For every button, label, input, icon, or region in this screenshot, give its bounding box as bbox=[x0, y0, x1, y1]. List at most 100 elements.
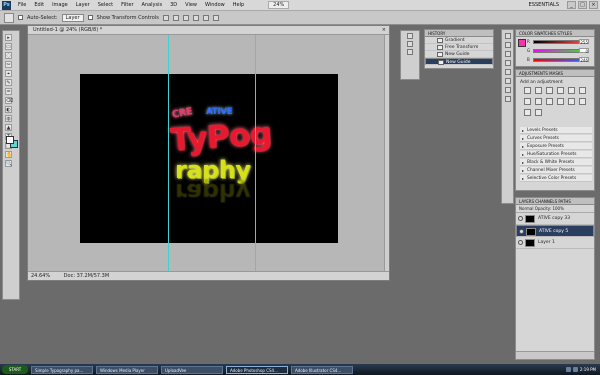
menu-image[interactable]: Image bbox=[48, 2, 72, 8]
foreground-color-swatch[interactable] bbox=[6, 136, 14, 144]
crop-tool-icon[interactable]: ✂ bbox=[5, 61, 12, 68]
color-panel-icon[interactable] bbox=[504, 33, 511, 39]
layers-panel-tabs[interactable]: LAYERS CHANNELS PATHS bbox=[516, 198, 594, 205]
stamp-tool-icon[interactable]: ♒ bbox=[5, 88, 12, 95]
start-button[interactable]: START bbox=[2, 365, 28, 374]
brush-tool-icon[interactable]: ✎ bbox=[5, 79, 12, 86]
preset-item[interactable]: Curves Presets bbox=[520, 135, 592, 142]
gradient-map-icon[interactable] bbox=[535, 109, 542, 116]
color-channel-value[interactable]: 255 bbox=[579, 39, 589, 45]
menu-edit[interactable]: Edit bbox=[30, 2, 48, 8]
gradient-tool-icon[interactable]: ◐ bbox=[5, 106, 12, 113]
visibility-eye-icon[interactable] bbox=[518, 216, 523, 221]
layer-row[interactable]: ATIVE copy 33 bbox=[516, 213, 594, 225]
channels-panel-icon[interactable] bbox=[504, 87, 511, 93]
align-top-icon[interactable] bbox=[162, 14, 169, 21]
swatches-panel-icon[interactable] bbox=[504, 42, 511, 48]
history-row-selected[interactable]: New Guide bbox=[425, 58, 493, 65]
taskbar-item[interactable]: Simple Typography pa... bbox=[31, 365, 93, 374]
preset-item[interactable]: Channel Mixer Presets bbox=[520, 167, 592, 174]
preset-item[interactable]: Hue/Saturation Presets bbox=[520, 151, 592, 158]
paths-panel-icon[interactable] bbox=[504, 96, 511, 102]
layer-row[interactable]: Layer 1 bbox=[516, 237, 594, 249]
channel-mixer-icon[interactable] bbox=[557, 98, 564, 105]
black-white-icon[interactable] bbox=[535, 98, 542, 105]
taskbar-item[interactable]: Windows Media Player bbox=[96, 365, 158, 374]
masks-panel-icon[interactable] bbox=[504, 69, 511, 75]
history-row[interactable]: New Guide bbox=[425, 51, 493, 58]
levels-icon[interactable] bbox=[535, 87, 542, 94]
menu-analysis[interactable]: Analysis bbox=[138, 2, 167, 8]
dodge-tool-icon[interactable]: ◍ bbox=[5, 115, 12, 122]
invert-icon[interactable] bbox=[568, 98, 575, 105]
maximize-button[interactable]: □ bbox=[578, 1, 587, 9]
brightness-icon[interactable] bbox=[524, 87, 531, 94]
threshold-icon[interactable] bbox=[524, 109, 531, 116]
move-tool-preset-icon[interactable] bbox=[4, 12, 14, 23]
preset-item[interactable]: Exposure Presets bbox=[520, 143, 592, 150]
layer-row-selected[interactable]: ATIVE copy 5 bbox=[516, 225, 594, 237]
guide-line-right[interactable] bbox=[255, 35, 256, 272]
menu-3d[interactable]: 3D bbox=[166, 2, 181, 8]
posterize-icon[interactable] bbox=[579, 98, 586, 105]
tray-network-icon[interactable] bbox=[565, 367, 571, 372]
align-left-icon[interactable] bbox=[192, 14, 199, 21]
preset-item[interactable]: Levels Presets bbox=[520, 127, 592, 134]
red-slider[interactable] bbox=[533, 40, 581, 44]
blue-slider[interactable] bbox=[533, 58, 581, 62]
curves-icon[interactable] bbox=[546, 87, 553, 94]
exposure-icon[interactable] bbox=[557, 87, 564, 94]
zoom-dropdown[interactable]: 24% bbox=[268, 1, 290, 9]
guide-line-left[interactable] bbox=[168, 35, 169, 272]
preset-item[interactable]: Black & White Presets bbox=[520, 159, 592, 166]
visibility-eye-icon[interactable] bbox=[518, 240, 523, 245]
menu-view[interactable]: View bbox=[181, 2, 201, 8]
align-center-icon[interactable] bbox=[202, 14, 209, 21]
taskbar-item[interactable]: UploadVee bbox=[161, 365, 223, 374]
tray-volume-icon[interactable] bbox=[572, 367, 578, 372]
eyedropper-tool-icon[interactable]: ⌖ bbox=[5, 70, 12, 77]
menu-file[interactable]: File bbox=[14, 2, 30, 8]
canvas-area[interactable]: CRE ATIVE TyPog raphy raphy bbox=[28, 35, 389, 272]
workspace-switcher[interactable]: ESSENTIALS bbox=[529, 2, 559, 8]
color-panel-tabs[interactable]: COLOR SWATCHES STYLES bbox=[516, 30, 594, 37]
layers-panel-icon[interactable] bbox=[504, 78, 511, 84]
history-row[interactable]: Gradient bbox=[425, 37, 493, 44]
vertical-scrollbar[interactable] bbox=[384, 35, 389, 272]
visibility-eye-icon[interactable] bbox=[519, 229, 524, 234]
menu-filter[interactable]: Filter bbox=[117, 2, 137, 8]
align-right-icon[interactable] bbox=[212, 14, 219, 21]
menu-window[interactable]: Window bbox=[201, 2, 229, 8]
actions-panel-icon[interactable] bbox=[407, 41, 413, 47]
taskbar-item-active[interactable]: Adobe Photoshop CS4... bbox=[226, 365, 288, 374]
adjustments-panel-tabs[interactable]: ADJUSTMENTS MASKS bbox=[516, 70, 594, 77]
lasso-tool-icon[interactable]: ◌ bbox=[5, 52, 12, 59]
zoom-tool-icon[interactable]: 🔍 bbox=[5, 160, 12, 167]
eraser-tool-icon[interactable]: ⌫ bbox=[5, 97, 13, 104]
marquee-tool-icon[interactable]: ▭ bbox=[5, 43, 12, 50]
blend-mode-opacity[interactable]: Normal Opacity: 100% bbox=[516, 205, 594, 213]
zoom-status[interactable]: 24.64% bbox=[31, 273, 50, 279]
taskbar-item[interactable]: Adobe Illustrator CS4... bbox=[291, 365, 353, 374]
photo-filter-icon[interactable] bbox=[546, 98, 553, 105]
color-channel-value[interactable]: 246 bbox=[579, 57, 589, 63]
green-slider[interactable] bbox=[533, 49, 581, 53]
menu-help[interactable]: Help bbox=[229, 2, 248, 8]
history-panel-tab[interactable]: HISTORY bbox=[425, 30, 493, 37]
hand-tool-icon[interactable]: ✋ bbox=[5, 151, 12, 158]
auto-select-checkbox[interactable] bbox=[18, 15, 23, 20]
system-clock[interactable]: 2:19 PM bbox=[580, 367, 596, 372]
info-panel-icon[interactable] bbox=[407, 49, 413, 55]
auto-select-dropdown[interactable]: Layer bbox=[61, 13, 84, 22]
document-tab[interactable]: Untitled-1 @ 24% (RGB/8) * bbox=[28, 26, 389, 35]
adjustments-panel-icon[interactable] bbox=[504, 60, 511, 66]
history-row[interactable]: Free Transform bbox=[425, 44, 493, 51]
menu-layer[interactable]: Layer bbox=[72, 2, 94, 8]
preset-item[interactable]: Selective Color Presets bbox=[520, 175, 592, 182]
menu-select[interactable]: Select bbox=[94, 2, 117, 8]
move-tool-icon[interactable]: ▸ bbox=[5, 34, 12, 41]
styles-panel-icon[interactable] bbox=[504, 51, 511, 57]
show-transform-checkbox[interactable] bbox=[87, 15, 93, 20]
pen-tool-icon[interactable]: ▲ bbox=[5, 124, 12, 131]
align-middle-icon[interactable] bbox=[172, 14, 179, 21]
